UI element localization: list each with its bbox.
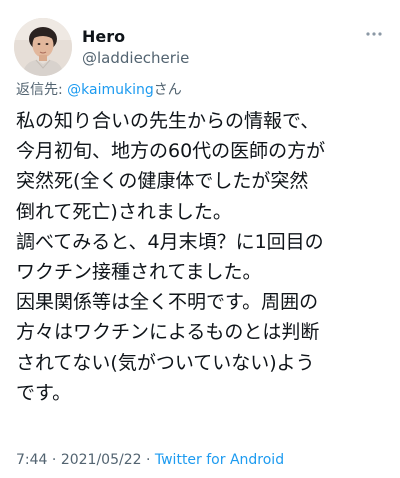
tweet-date[interactable]: 2021/05/22 bbox=[61, 452, 142, 468]
reply-prefix: 返信先: bbox=[16, 82, 68, 98]
replying-to: 返信先: @kaimukingさん bbox=[16, 80, 182, 100]
tweet-line: 倒れて死亡)されました。 bbox=[16, 200, 232, 223]
display-name[interactable]: Hero bbox=[82, 27, 189, 47]
tweet-line: 私の知り合いの先生からの情報で、 bbox=[16, 110, 320, 132]
tweet-line: 因果関係等は全く不明です。周囲の bbox=[16, 291, 319, 314]
avatar-image bbox=[14, 18, 72, 76]
tweet-line: 調べてみると、4月末頃？に1回目の bbox=[16, 230, 324, 253]
tweet-line: です。 bbox=[16, 381, 72, 404]
tweet-line: 今月初旬、地方の60代の医師の方が bbox=[16, 140, 326, 163]
tweet-line: ワクチン接種されてました。 bbox=[16, 261, 262, 284]
more-horizontal-icon bbox=[366, 32, 382, 36]
avatar[interactable] bbox=[14, 18, 72, 76]
tweet-line: されてない(気がついていない)よう bbox=[16, 351, 315, 374]
more-options-button[interactable] bbox=[362, 26, 386, 42]
tweet-line: 方々はワクチンによるものとは判断 bbox=[16, 321, 320, 344]
tweet-time[interactable]: 7:44 bbox=[16, 452, 47, 468]
reply-suffix: さん bbox=[153, 82, 182, 98]
meta-separator: · bbox=[141, 452, 155, 468]
tweet: Hero @laddiecherie 返信先: @kaimukingさん 私の知… bbox=[0, 0, 400, 478]
tweet-source-link[interactable]: Twitter for Android bbox=[155, 452, 284, 468]
tweet-metadata: 7:44 · 2021/05/22 · Twitter for Android bbox=[16, 450, 284, 470]
tweet-text: 私の知り合いの先生からの情報で、 今月初旬、地方の60代の医師の方が 突然死(全… bbox=[16, 106, 386, 408]
meta-separator: · bbox=[47, 452, 61, 468]
user-names[interactable]: Hero @laddiecherie bbox=[82, 27, 189, 68]
reply-mention-link[interactable]: @kaimuking bbox=[67, 82, 154, 98]
tweet-line: 突然死(全くの健康体でしたが突然 bbox=[16, 170, 309, 193]
user-handle[interactable]: @laddiecherie bbox=[82, 48, 189, 68]
